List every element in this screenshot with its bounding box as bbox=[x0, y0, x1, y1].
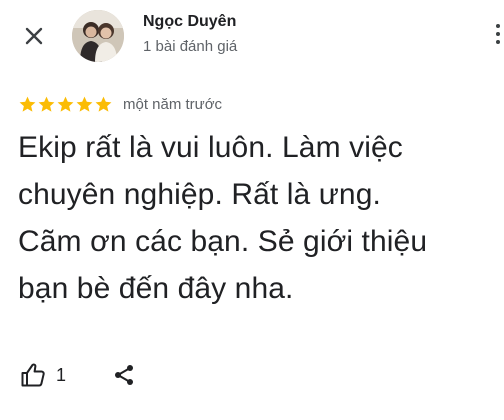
star-icon bbox=[95, 96, 112, 112]
review-time: một năm trước bbox=[123, 95, 223, 113]
review-text-line: bạn bè đến đây nha. bbox=[18, 272, 294, 305]
review-text-line: Cãm ơn các bạn. Sẻ giới thiệu bbox=[18, 225, 428, 258]
thumb-up-icon bbox=[21, 363, 45, 387]
review-text: Ekip rất là vui luôn. Làm việc chuyên ng… bbox=[18, 124, 494, 312]
star-icon bbox=[38, 96, 55, 112]
rating-row: một năm trước bbox=[18, 94, 222, 114]
star-icon bbox=[57, 96, 74, 112]
avatar-photo bbox=[72, 10, 124, 62]
star-icon bbox=[19, 96, 36, 112]
star-icon bbox=[76, 96, 93, 112]
author-name[interactable]: Ngọc Duyên bbox=[143, 13, 236, 31]
more-vert-icon bbox=[496, 24, 500, 28]
review-text-line: Ekip rất là vui luôn. Làm việc bbox=[18, 131, 403, 164]
more-options-button[interactable] bbox=[494, 22, 504, 46]
review-actions: 1 bbox=[20, 360, 136, 390]
review-text-line: chuyên nghiệp. Rất là ưng. bbox=[18, 178, 381, 211]
review-card: Ngọc Duyên 1 bài đánh giá một năm trước … bbox=[0, 0, 504, 420]
author-review-count: 1 bài đánh giá bbox=[143, 38, 238, 55]
close-button[interactable] bbox=[20, 22, 48, 50]
close-icon bbox=[25, 27, 43, 45]
star-rating bbox=[18, 95, 113, 114]
share-icon bbox=[115, 365, 134, 385]
like-count: 1 bbox=[56, 364, 67, 385]
avatar[interactable] bbox=[72, 10, 124, 62]
like-button[interactable]: 1 bbox=[20, 362, 66, 388]
share-button[interactable] bbox=[112, 363, 136, 387]
